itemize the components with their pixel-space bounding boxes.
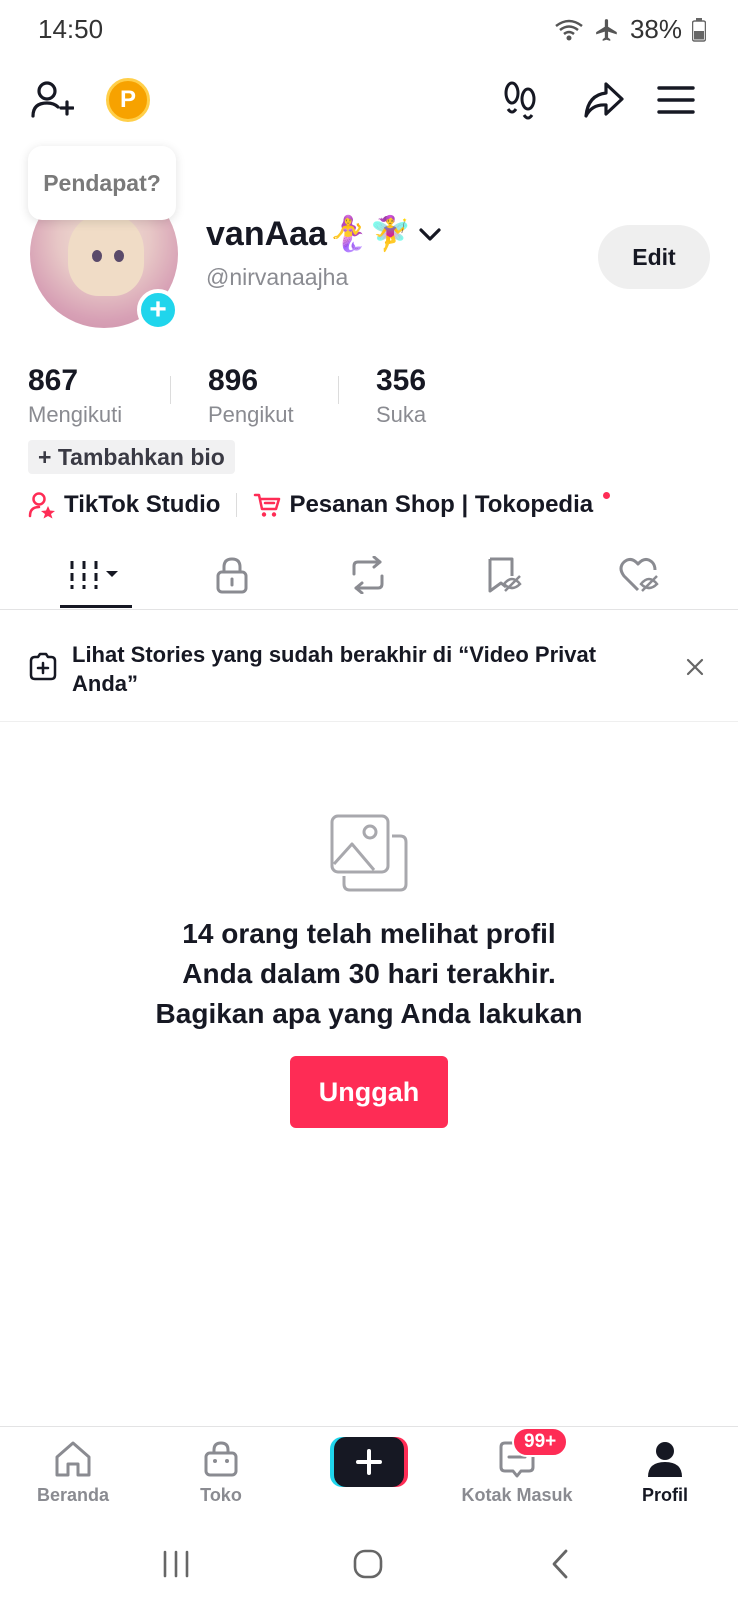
share-button[interactable] — [578, 70, 630, 130]
footprints-button[interactable] — [494, 70, 546, 130]
story-add-icon — [29, 652, 57, 681]
add-story-button[interactable]: + — [137, 289, 179, 331]
create-button[interactable] — [330, 1437, 408, 1487]
share-icon — [584, 82, 624, 118]
empty-line: Anda dalam 30 hari terakhir. — [182, 958, 556, 989]
recent-apps-icon — [163, 1550, 189, 1578]
upload-button[interactable]: Unggah — [290, 1056, 448, 1128]
active-tab-indicator — [60, 605, 132, 608]
banner-text: Lihat Stories yang sudah berakhir di “Vi… — [72, 642, 597, 696]
shopping-bag-icon — [204, 1441, 238, 1477]
bottom-nav: Beranda Toko 99+ Kotak Masuk Profil — [0, 1426, 738, 1530]
cart-icon — [254, 493, 281, 517]
lock-icon — [216, 557, 248, 594]
home-icon — [55, 1441, 91, 1477]
inbox-badge: 99+ — [512, 1427, 569, 1457]
divider — [170, 376, 171, 404]
feedback-tooltip[interactable]: Pendapat? — [28, 146, 176, 220]
username: @nirvanaajha — [206, 264, 349, 290]
footprints-icon — [504, 81, 536, 120]
stat-value: 356 — [376, 364, 427, 397]
close-icon[interactable] — [686, 658, 704, 676]
nav-label: Beranda — [36, 1485, 110, 1505]
heart-hidden-icon — [619, 557, 659, 592]
status-icons: 38% — [554, 14, 706, 45]
home-circle-icon — [353, 1549, 383, 1579]
tiktok-studio-link[interactable]: TikTok Studio — [28, 491, 220, 519]
grid-videos-icon — [70, 561, 118, 589]
avatar-eye — [92, 250, 102, 262]
back-chevron-icon — [552, 1549, 568, 1579]
tab-videos[interactable] — [22, 540, 170, 610]
top-bar: P — [0, 70, 738, 130]
avatar-figure — [68, 214, 144, 296]
stat-label: Pengikut — [208, 402, 294, 427]
bookmark-hidden-icon — [488, 557, 522, 593]
stat-value: 867 — [28, 364, 79, 397]
nav-profile[interactable]: Profil — [600, 1439, 730, 1506]
nav-label: Kotak Masuk — [461, 1485, 573, 1505]
edit-profile-button[interactable]: Edit — [598, 225, 710, 289]
repost-icon — [352, 556, 384, 594]
empty-line: 14 orang telah melihat profil — [182, 918, 556, 949]
stories-banner[interactable]: Lihat Stories yang sudah berakhir di “Vi… — [0, 612, 738, 722]
nav-label: Toko — [200, 1485, 242, 1505]
studio-label: TikTok Studio — [64, 491, 221, 518]
tab-favorites[interactable] — [430, 540, 578, 610]
empty-line: Bagikan apa yang Anda lakukan — [155, 998, 583, 1029]
back-button[interactable] — [530, 1544, 590, 1584]
wifi-icon — [555, 19, 583, 40]
home-system-button[interactable] — [338, 1544, 398, 1584]
hamburger-menu-icon — [657, 86, 695, 114]
status-bar: 14:50 38% — [0, 0, 738, 56]
tab-reposts[interactable] — [294, 540, 442, 610]
coin-icon[interactable]: P — [106, 78, 150, 122]
airplane-icon — [596, 18, 617, 41]
add-bio-button[interactable]: + Tambahkan bio — [28, 440, 235, 474]
divider — [236, 493, 238, 517]
battery-text: 38% — [629, 14, 682, 44]
system-navigation — [0, 1530, 738, 1600]
recent-apps-button[interactable] — [146, 1544, 206, 1584]
stat-label: Mengikuti — [28, 402, 123, 427]
photo-stack-icon — [330, 814, 408, 892]
stat-likes[interactable]: 356 Suka — [376, 364, 426, 428]
stat-value: 896 — [208, 364, 259, 397]
menu-button[interactable] — [650, 70, 702, 130]
chevron-down-icon — [419, 228, 441, 241]
divider — [338, 376, 339, 404]
stat-followers[interactable]: 896 Pengikut — [208, 364, 294, 428]
avatar-eye — [114, 250, 124, 262]
display-name: vanAaa🧜‍♀️🧚‍♀️ — [206, 215, 412, 253]
add-user-icon — [31, 81, 74, 118]
tab-private[interactable] — [158, 540, 306, 610]
profile-icon — [648, 1442, 682, 1477]
shop-label: Pesanan Shop | Tokopedia — [289, 491, 594, 518]
shop-orders-link[interactable]: Pesanan Shop | Tokopedia — [253, 491, 611, 519]
name-row[interactable]: vanAaa🧜‍♀️🧚‍♀️ — [206, 214, 442, 254]
tab-liked[interactable] — [566, 540, 714, 610]
nav-label: Profil — [641, 1485, 688, 1505]
stat-label: Suka — [376, 402, 427, 427]
nav-home[interactable]: Beranda — [8, 1439, 138, 1506]
battery-icon — [692, 17, 706, 42]
studio-user-star-icon — [28, 492, 55, 519]
add-friend-button[interactable] — [26, 70, 78, 130]
status-time: 14:50 — [38, 14, 104, 44]
stat-following[interactable]: 867 Mengikuti — [28, 364, 122, 428]
notification-dot — [603, 491, 611, 499]
profile-links: TikTok Studio Pesanan Shop | Tokopedia — [28, 488, 611, 522]
empty-state-message: 14 orang telah melihat profil Anda dalam… — [0, 914, 738, 1034]
profile-tabs — [0, 540, 738, 610]
nav-shop[interactable]: Toko — [156, 1439, 286, 1506]
